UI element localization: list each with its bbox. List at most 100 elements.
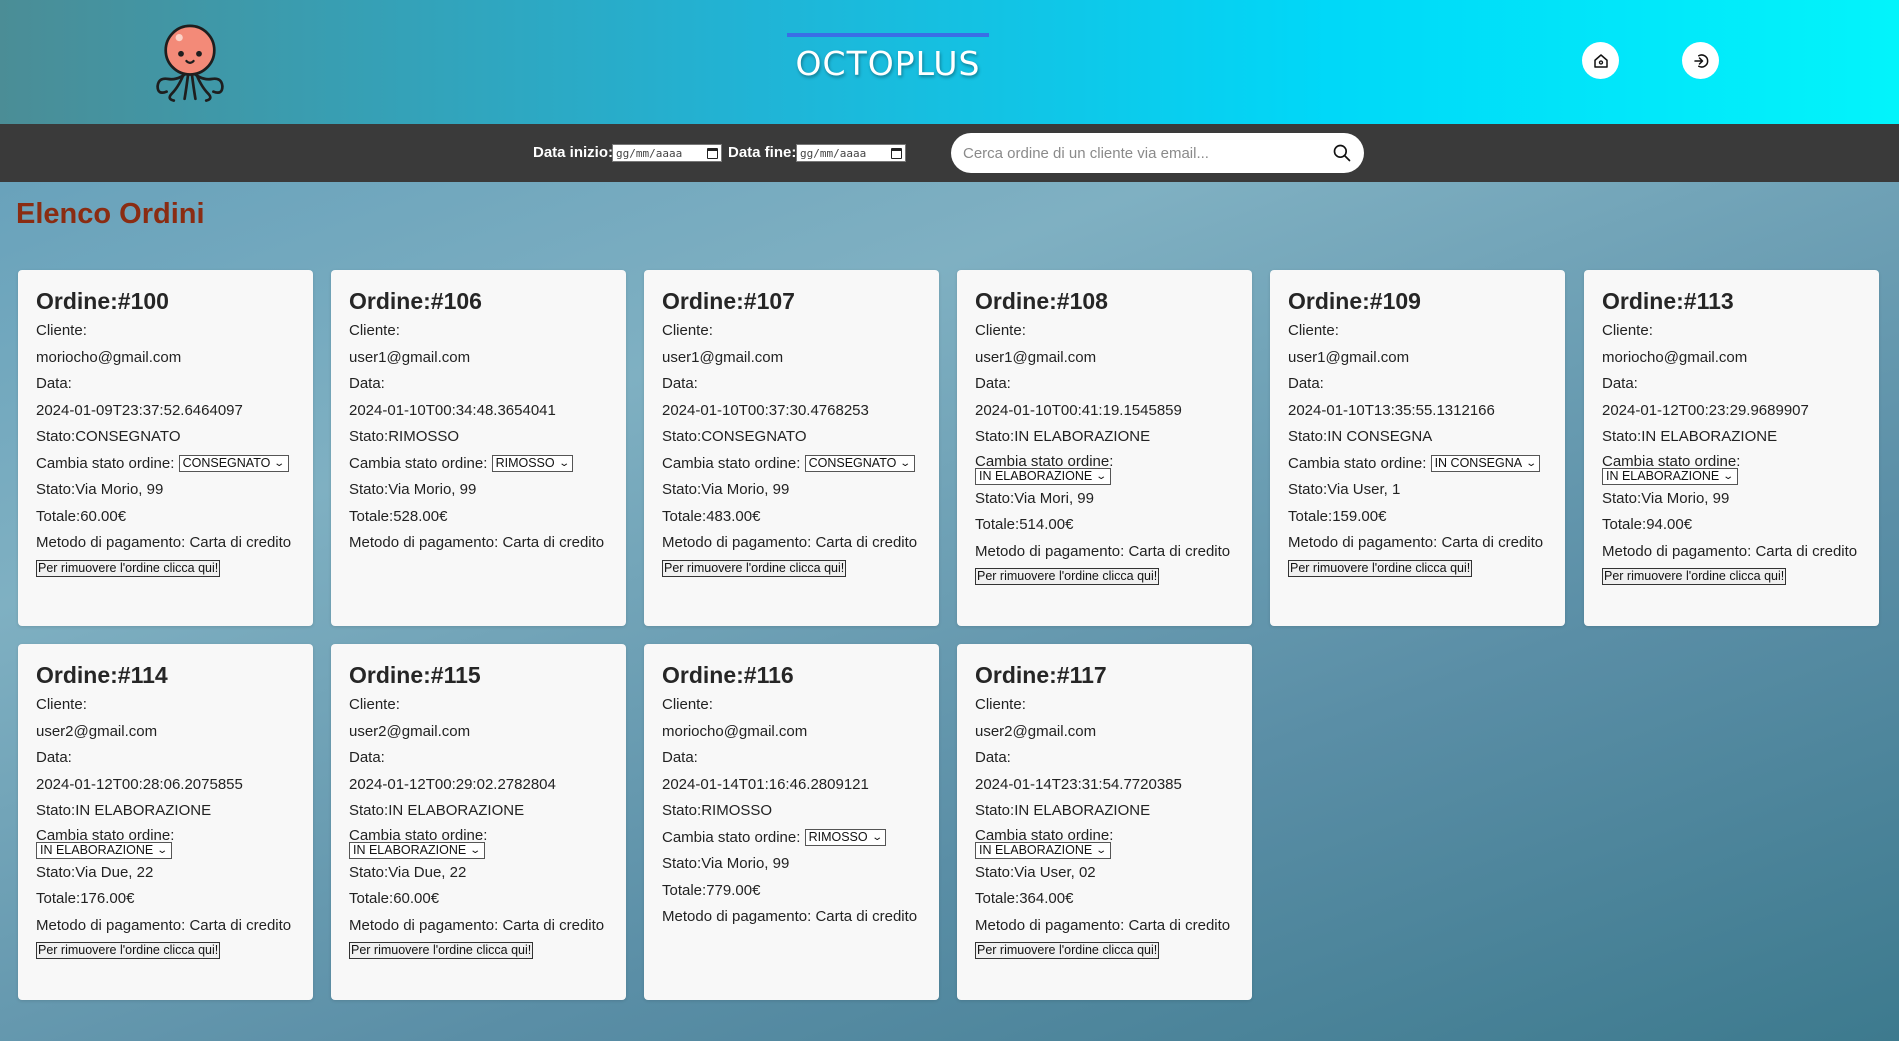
date-label: Data: xyxy=(975,375,1011,392)
status-select[interactable]: IN CONSEGNA ⌄ xyxy=(1430,455,1541,473)
date-label: Data: xyxy=(36,375,72,392)
chevron-down-icon: ⌄ xyxy=(156,844,169,856)
order-status: Stato:IN ELABORAZIONE xyxy=(975,802,1151,819)
payment-method: Metodo di pagamento: Carta di credito xyxy=(349,534,605,551)
remove-order-button[interactable]: Per rimuovere l'ordine clicca qui! xyxy=(36,559,221,577)
order-card: Ordine:#107 Cliente: user1@gmail.com Data: 2… xyxy=(644,270,939,626)
start-date-label: Data inizio: xyxy=(533,144,614,161)
client-email: user2@gmail.com xyxy=(975,722,1097,740)
change-status-row: Cambia stato ordine: RIMOSSO ⌄ xyxy=(662,825,921,852)
client-email: user1@gmail.com xyxy=(975,348,1097,366)
client-label: Cliente: xyxy=(975,322,1026,339)
order-status: Stato:CONSEGNATO xyxy=(36,428,181,445)
order-card: Ordine:#106 Cliente: user1@gmail.com Data: 2… xyxy=(331,270,626,626)
order-card: Ordine:#109 Cliente: user1@gmail.com Data: 2… xyxy=(1270,270,1565,626)
remove-order-button[interactable]: Per rimuovere l'ordine clicca qui! xyxy=(1288,559,1473,577)
order-status: Stato:IN ELABORAZIONE xyxy=(1602,428,1778,445)
status-select[interactable]: RIMOSSO ⌄ xyxy=(491,455,574,473)
page-title: Elenco Ordini xyxy=(16,198,205,230)
end-date-input[interactable]: gg/mm/aaaa xyxy=(796,144,906,162)
order-date: 2024-01-12T00:28:06.2075855 xyxy=(36,775,243,793)
order-date: 2024-01-14T23:31:54.7720385 xyxy=(975,775,1182,793)
status-select[interactable]: IN ELABORAZIONE ⌄ xyxy=(975,467,1111,485)
client-email: user1@gmail.com xyxy=(349,348,471,366)
remove-order-button[interactable]: Per rimuovere l'ordine clicca qui! xyxy=(662,559,847,577)
chevron-down-icon: ⌄ xyxy=(1095,844,1108,856)
client-label: Cliente: xyxy=(1602,322,1653,339)
client-label: Cliente: xyxy=(1288,322,1339,339)
remove-order-button[interactable]: Per rimuovere l'ordine clicca qui! xyxy=(36,942,221,959)
payment-method: Metodo di pagamento: Carta di credito xyxy=(36,916,292,934)
order-status: Stato:IN ELABORAZIONE xyxy=(36,802,212,819)
order-status: Stato:RIMOSSO xyxy=(349,428,460,445)
brand-title: OCTOPLUS xyxy=(795,44,981,83)
client-label: Cliente: xyxy=(349,322,400,339)
filter-bar xyxy=(0,124,1899,182)
status-select[interactable]: IN ELABORAZIONE ⌄ xyxy=(975,841,1111,859)
order-title: Ordine:#109 xyxy=(1288,288,1421,314)
payment-method: Metodo di pagamento: Carta di credito xyxy=(1288,534,1544,551)
status-select[interactable]: RIMOSSO ⌄ xyxy=(804,829,887,847)
order-address: Stato:Via Morio, 99 xyxy=(1602,489,1730,507)
order-date: 2024-01-10T00:37:30.4768253 xyxy=(662,401,869,419)
client-label: Cliente: xyxy=(36,696,87,713)
order-address: Stato:Via User, 1 xyxy=(1288,481,1401,498)
payment-method: Metodo di pagamento: Carta di credito xyxy=(36,534,292,551)
order-status: Stato:CONSEGNATO xyxy=(662,428,807,445)
date-label: Data: xyxy=(975,749,1011,766)
remove-order-button[interactable]: Per rimuovere l'ordine clicca qui! xyxy=(975,942,1160,959)
remove-order-button[interactable]: Per rimuovere l'ordine clicca qui! xyxy=(975,568,1160,585)
status-select[interactable]: IN ELABORAZIONE ⌄ xyxy=(1602,467,1738,485)
order-total: Totale:60.00€ xyxy=(36,507,127,525)
order-date: 2024-01-09T23:37:52.6464097 xyxy=(36,401,243,419)
client-label: Cliente: xyxy=(975,696,1026,713)
order-card: Ordine:#100 Cliente: moriocho@gmail.com Dat… xyxy=(18,270,313,626)
order-title: Ordine:#108 xyxy=(975,288,1108,314)
order-total: Totale:528.00€ xyxy=(349,507,448,525)
logout-button[interactable] xyxy=(1682,42,1719,79)
client-label: Cliente: xyxy=(662,696,713,713)
status-select[interactable]: IN ELABORAZIONE ⌄ xyxy=(36,841,172,859)
remove-order-button[interactable]: Per rimuovere l'ordine clicca qui! xyxy=(1602,568,1787,585)
client-email: user1@gmail.com xyxy=(1288,348,1410,366)
order-status: Stato:IN ELABORAZIONE xyxy=(975,428,1151,445)
order-date: 2024-01-12T00:29:02.2782804 xyxy=(349,775,556,793)
status-select[interactable]: IN ELABORAZIONE ⌄ xyxy=(349,841,485,859)
order-title: Ordine:#106 xyxy=(349,288,482,314)
status-select[interactable]: CONSEGNATO ⌄ xyxy=(804,455,915,473)
order-address: Stato:Via User, 02 xyxy=(975,863,1096,881)
change-status-row: Cambia stato ordine: CONSEGNATO ⌄ xyxy=(36,451,295,478)
client-email: moriocho@gmail.com xyxy=(36,348,182,366)
start-date-input[interactable]: gg/mm/aaaa xyxy=(612,144,722,162)
order-address: Stato:Via Due, 22 xyxy=(36,863,154,881)
order-total: Totale:159.00€ xyxy=(1288,507,1387,525)
order-card: Ordine:#114 Cliente: user2@gmail.com Data: 2… xyxy=(18,644,313,1000)
calendar-icon xyxy=(707,147,718,159)
order-card: Ordine:#117 Cliente: user2@gmail.com Data: 2… xyxy=(957,644,1252,1000)
order-date: 2024-01-14T01:16:46.2809121 xyxy=(662,775,869,793)
date-label: Data: xyxy=(36,749,72,766)
remove-order-button[interactable]: Per rimuovere l'ordine clicca qui! xyxy=(349,942,534,959)
order-date: 2024-01-12T00:23:29.9689907 xyxy=(1602,401,1809,419)
payment-method: Metodo di pagamento: Carta di credito xyxy=(662,908,918,925)
status-select[interactable]: CONSEGNATO ⌄ xyxy=(178,455,289,473)
order-total: Totale:94.00€ xyxy=(1602,516,1693,533)
home-icon xyxy=(1593,53,1608,68)
order-address: Stato:Via Due, 22 xyxy=(349,863,467,881)
home-button[interactable] xyxy=(1582,42,1619,79)
date-label: Data: xyxy=(349,375,385,392)
calendar-icon xyxy=(891,147,902,159)
change-status-row: Cambia stato ordine: RIMOSSO ⌄ xyxy=(349,451,608,478)
client-email: moriocho@gmail.com xyxy=(662,722,808,740)
chevron-down-icon: ⌄ xyxy=(469,844,482,856)
search-icon[interactable] xyxy=(1332,143,1352,163)
client-label: Cliente: xyxy=(349,696,400,713)
search-input[interactable]: Cerca ordine di un cliente via email... xyxy=(951,133,1364,173)
order-title: Ordine:#113 xyxy=(1602,288,1734,314)
payment-method: Metodo di pagamento: Carta di credito xyxy=(1602,542,1858,560)
order-title: Ordine:#117 xyxy=(975,662,1107,688)
date-label: Data: xyxy=(1602,375,1638,392)
chevron-down-icon: ⌄ xyxy=(870,832,883,844)
client-email: user2@gmail.com xyxy=(349,722,471,740)
order-address: Stato:Via Mori, 99 xyxy=(975,489,1094,507)
